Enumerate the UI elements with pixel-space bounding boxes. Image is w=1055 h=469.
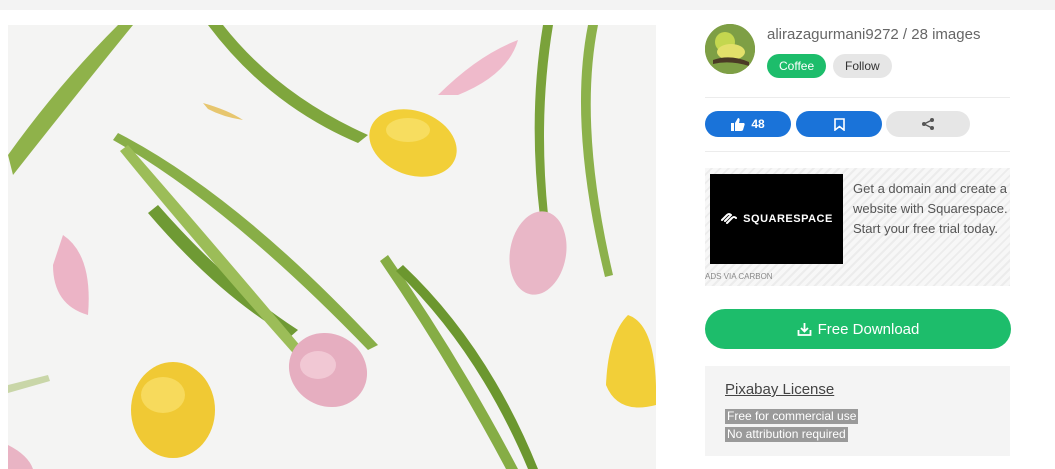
share-icon xyxy=(922,118,934,130)
download-icon xyxy=(797,323,812,336)
follow-button[interactable]: Follow xyxy=(833,54,892,78)
top-bar xyxy=(0,0,1055,10)
profile-header: alirazagurmani9272 / 28 images Coffee Fo… xyxy=(705,22,1015,92)
like-button[interactable]: 48 xyxy=(705,111,791,137)
bookmark-icon xyxy=(833,117,845,131)
squarespace-logo-icon xyxy=(721,213,738,224)
ad-text[interactable]: Get a domain and create a website with S… xyxy=(853,179,1011,239)
coffee-button[interactable]: Coffee xyxy=(767,54,827,78)
thumbs-up-icon xyxy=(731,117,745,131)
ads-via-carbon-link[interactable]: ADS VIA CARBON xyxy=(705,272,773,281)
bird-avatar[interactable] xyxy=(705,24,755,74)
license-link[interactable]: Pixabay License xyxy=(725,381,834,398)
free-download-button[interactable]: Free Download xyxy=(705,309,1011,349)
license-box: Pixabay License Free for commercial use … xyxy=(705,366,1010,456)
divider xyxy=(705,151,1010,152)
license-line: Free for commercial use xyxy=(725,409,859,424)
username-label[interactable]: alirazagurmani9272 / 28 images xyxy=(767,26,980,43)
like-count: 48 xyxy=(751,117,765,131)
bookmark-button[interactable] xyxy=(796,111,882,137)
carbon-ad[interactable]: SQUARESPACE Get a domain and create a we… xyxy=(705,168,1010,286)
license-line: No attribution required xyxy=(725,427,848,442)
ad-brand: SQUARESPACE xyxy=(743,213,833,225)
divider xyxy=(705,97,1010,98)
share-button[interactable] xyxy=(886,111,970,137)
tulips-photo[interactable] xyxy=(8,25,656,469)
download-label: Free Download xyxy=(817,320,920,338)
squarespace-ad-image[interactable]: SQUARESPACE xyxy=(710,174,843,264)
